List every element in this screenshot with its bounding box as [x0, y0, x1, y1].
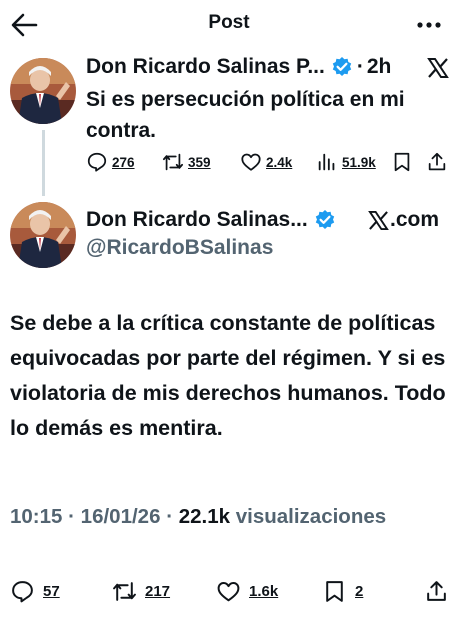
verified-badge-icon: [332, 57, 352, 76]
reply-text: Si es persecución política en mi contra.: [86, 88, 405, 142]
page-title: Post: [208, 12, 250, 33]
top-bar: Post: [0, 0, 458, 50]
reply-button[interactable]: 57: [10, 579, 60, 604]
x-logo-icon: [427, 58, 449, 78]
repost-button[interactable]: 217: [112, 579, 170, 604]
reply-count: 276: [112, 154, 135, 170]
bookmark-count: 2: [355, 583, 364, 600]
analytics-icon: [318, 153, 335, 171]
views-label: visualizaciones: [235, 505, 387, 528]
reply-button[interactable]: 276: [86, 151, 135, 173]
heart-icon: [241, 153, 261, 171]
repost-count: 359: [188, 154, 211, 170]
meta-separator: ·: [68, 505, 75, 528]
more-horizontal-icon[interactable]: [414, 10, 444, 40]
timestamp[interactable]: 2h: [367, 55, 392, 79]
repost-icon: [113, 582, 136, 601]
views-button[interactable]: 51.9k: [316, 151, 376, 173]
x-logo-icon: [368, 210, 389, 230]
x-source-label: .com: [368, 208, 439, 232]
thread-connector: [42, 130, 45, 196]
avatar[interactable]: [10, 58, 76, 124]
share-icon[interactable]: [424, 579, 449, 604]
profile-photo: [10, 202, 76, 268]
meta-separator: ·: [166, 505, 174, 528]
repost-icon: [162, 153, 184, 171]
reply-icon: [87, 152, 107, 172]
like-count: 1.6k: [249, 583, 279, 600]
post-time[interactable]: 10:15: [10, 505, 62, 528]
post-action-bar: 57 217 1.6k 2: [0, 578, 458, 606]
reply-count: 57: [43, 583, 60, 600]
repost-button[interactable]: 359: [162, 151, 211, 173]
author-name[interactable]: Don Ricardo Salinas P...: [86, 55, 325, 79]
like-button[interactable]: 1.6k: [216, 579, 278, 604]
profile-photo: [10, 58, 76, 124]
reply-icon: [12, 581, 33, 603]
post-header: Don Ricardo Salinas...: [86, 208, 336, 232]
post-date[interactable]: 16/01/26: [81, 505, 161, 528]
reply-header: Don Ricardo Salinas P... · 2h: [86, 55, 391, 79]
like-button[interactable]: 2.4k: [240, 151, 292, 173]
bookmark-icon[interactable]: [391, 151, 413, 173]
avatar[interactable]: [10, 202, 76, 268]
separator: ·: [356, 55, 364, 78]
author-handle[interactable]: @RicardoBSalinas: [86, 236, 273, 260]
like-count: 2.4k: [266, 154, 293, 170]
heart-icon: [217, 581, 240, 602]
author-name[interactable]: Don Ricardo Salinas...: [86, 208, 308, 232]
share-icon[interactable]: [426, 151, 448, 173]
post-meta: 10:15 · 16/01/26 · 22.1k visualizaciones: [10, 505, 386, 529]
bookmark-button[interactable]: 2: [322, 579, 363, 604]
views-count: 22.1k: [178, 505, 231, 528]
reply-action-bar: 276 359 2.4k 51.9k: [84, 150, 454, 174]
bookmark-icon: [326, 581, 343, 602]
repost-count: 217: [145, 583, 171, 600]
views-count: 51.9k: [342, 154, 376, 170]
post-text: Se debe a la crítica constante de políti…: [10, 311, 446, 440]
source-text: .com: [390, 208, 440, 231]
verified-badge-icon: [315, 210, 334, 229]
